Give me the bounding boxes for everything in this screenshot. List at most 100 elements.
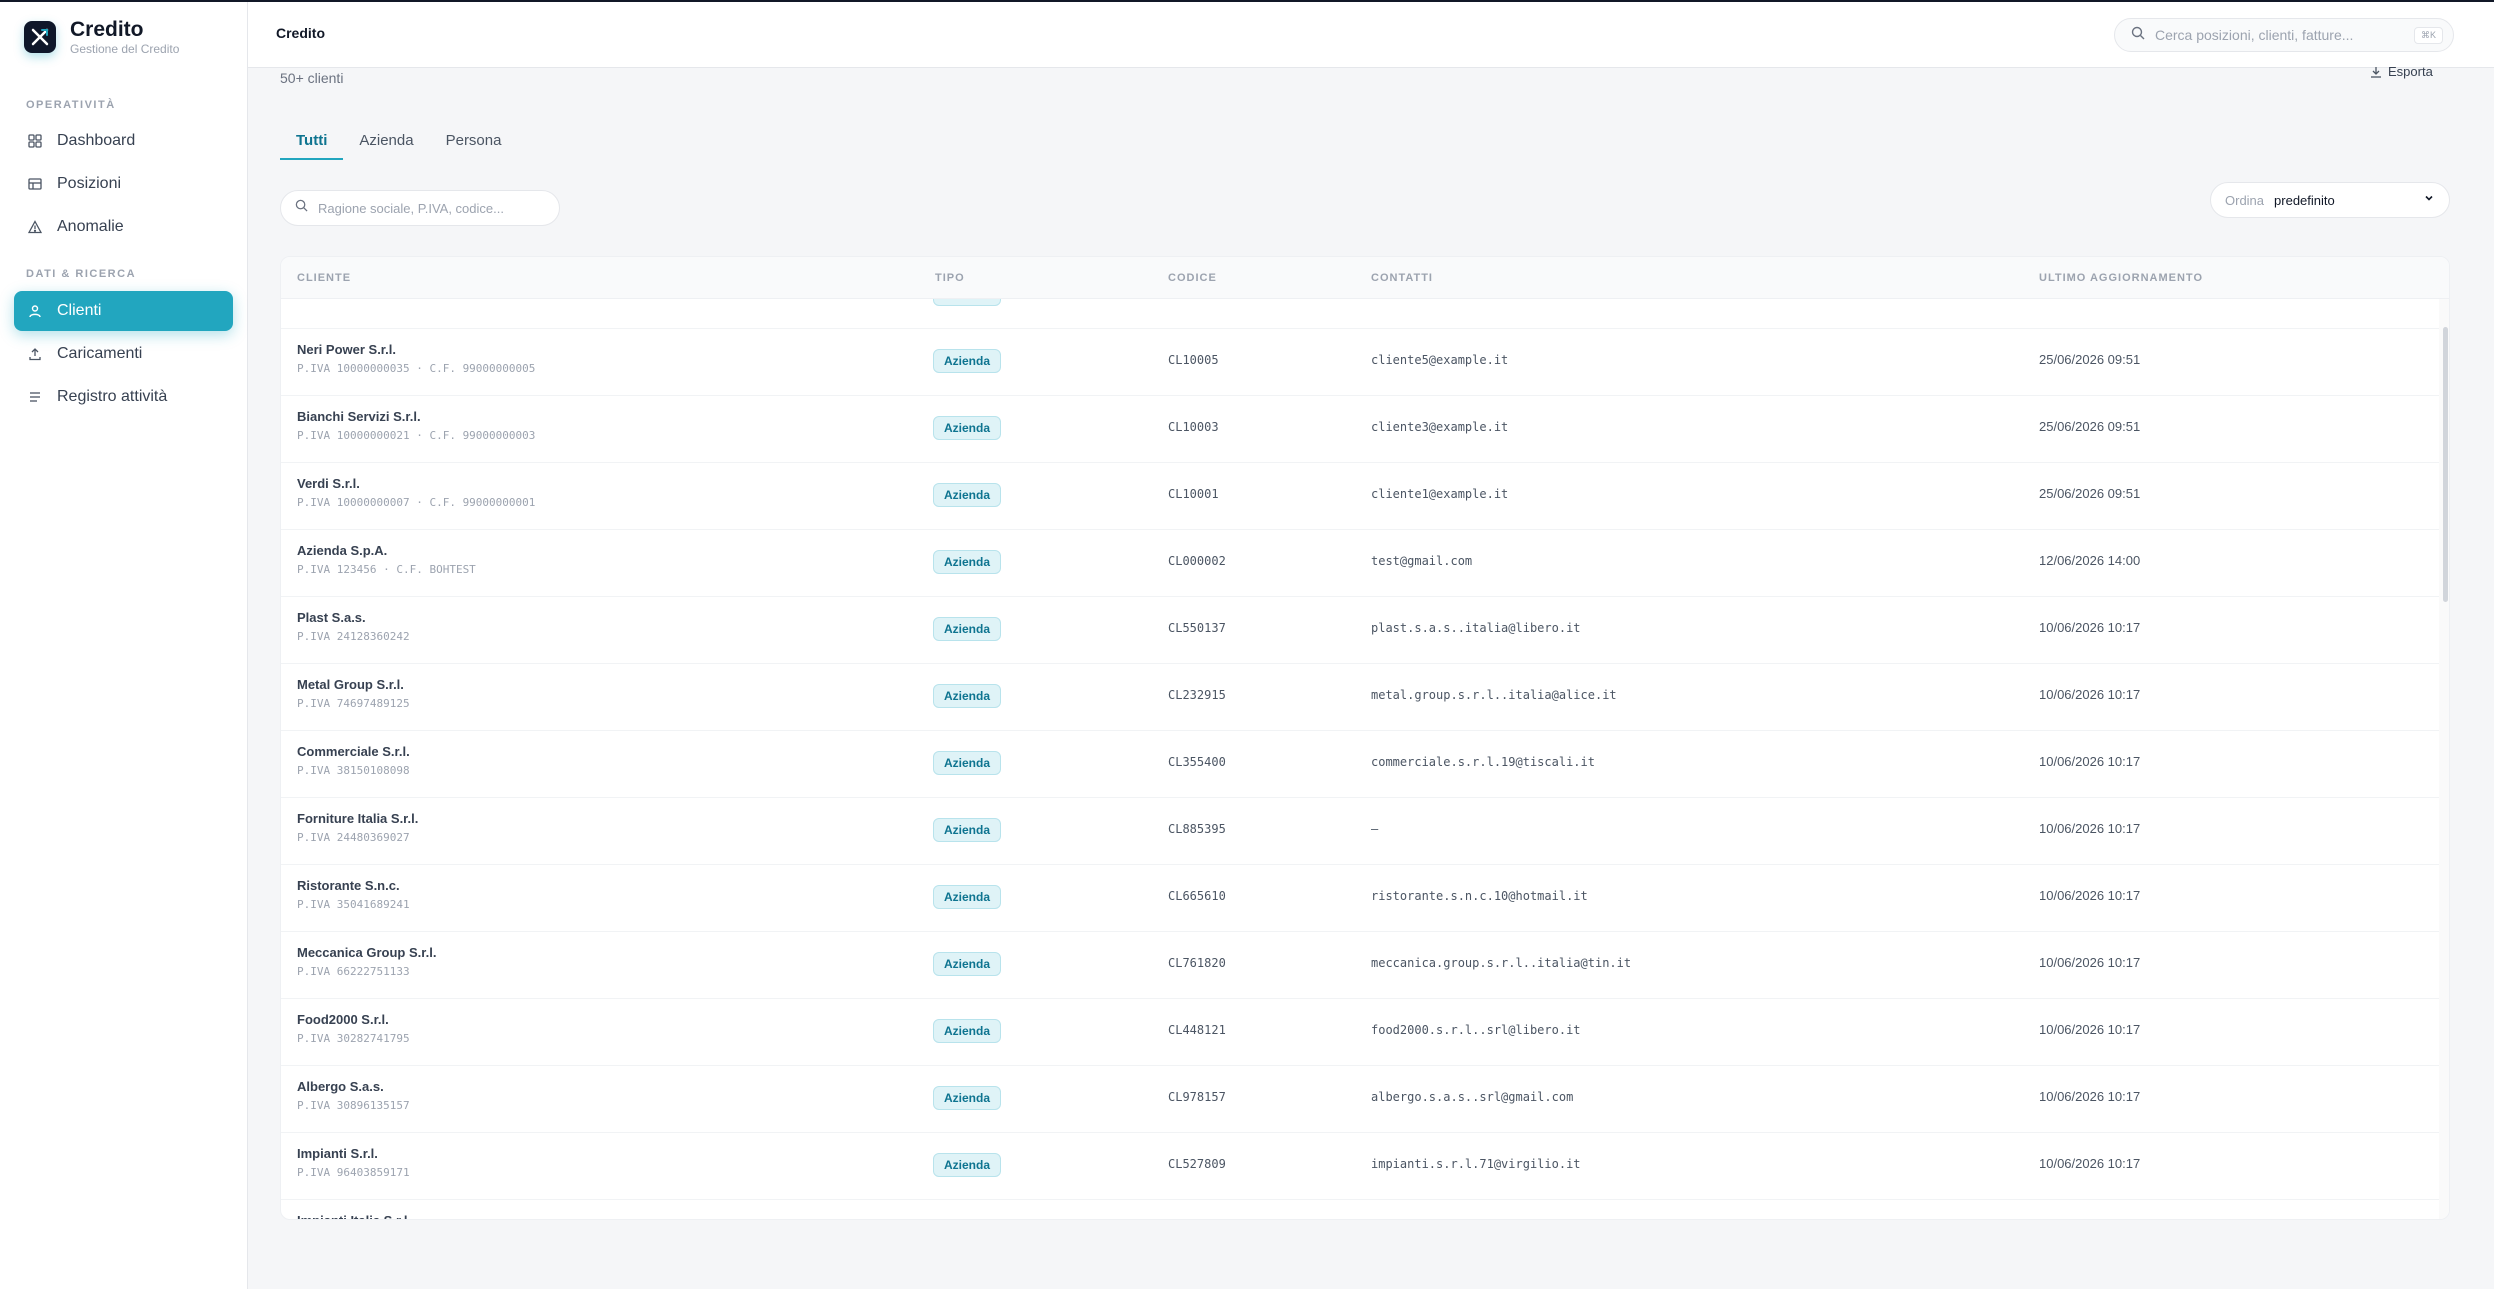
client-tax-ids: P.IVA 74697489125 <box>297 697 410 710</box>
type-cell: Azienda <box>933 483 1002 507</box>
upload-icon <box>27 346 43 362</box>
client-cell: Metal Group S.r.l. P.IVA 74697489125 <box>297 676 410 710</box>
client-name[interactable]: Food2000 S.r.l. <box>297 1011 410 1029</box>
client-name[interactable]: Impianti Italia S.r.l. <box>297 1212 411 1219</box>
last-updated: 10/06/2026 10:17 <box>2039 821 2141 836</box>
client-name[interactable]: Meccanica Group S.r.l. <box>297 944 436 962</box>
client-name[interactable]: Albergo S.a.s. <box>297 1078 410 1096</box>
sidebar-item-anomalie[interactable]: Anomalie <box>14 207 233 247</box>
client-name[interactable]: Plast S.a.s. <box>297 609 410 627</box>
type-cell: Azienda <box>933 1086 1002 1110</box>
last-updated: 25/06/2026 09:51 <box>2039 419 2141 434</box>
type-cell: Azienda <box>933 1153 1002 1177</box>
column-header-codice[interactable]: CODICE <box>1168 272 1217 284</box>
client-tax-ids: P.IVA 10000000035 · C.F. 99000000005 <box>297 362 536 375</box>
table-row[interactable]: Bianchi Servizi S.r.l. P.IVA 10000000021 … <box>281 396 2439 463</box>
client-code: CL10005 <box>1168 353 1219 367</box>
client-contact: cliente3@example.it <box>1371 420 1509 434</box>
last-updated: 10/06/2026 10:17 <box>2039 955 2141 970</box>
type-badge: Azienda <box>933 684 1002 708</box>
client-tax-ids: P.IVA 24128360242 <box>297 630 410 643</box>
table-body-viewport[interactable]: P.IVA 12000002613 · C.F. 97000000201Azie… <box>281 299 2439 1219</box>
client-cell: Impianti S.r.l. P.IVA 96403859171 <box>297 1145 410 1179</box>
tab-azienda[interactable]: Azienda <box>343 120 429 160</box>
table-row[interactable]: Commerciale S.r.l. P.IVA 38150108098 Azien… <box>281 731 2439 798</box>
type-badge: Azienda <box>933 483 1002 507</box>
client-name[interactable]: Azienda S.p.A. <box>297 542 476 560</box>
scrollbar-thumb[interactable] <box>2443 327 2448 602</box>
sidebar-item-dashboard[interactable]: Dashboard <box>14 121 233 161</box>
client-code: CL885395 <box>1168 822 1226 836</box>
type-cell: Azienda <box>933 952 1002 976</box>
table-row[interactable]: Food2000 S.r.l. P.IVA 30282741795 Azienda C… <box>281 999 2439 1066</box>
client-name[interactable]: Verdi S.r.l. <box>297 475 535 493</box>
tab-tutti[interactable]: Tutti <box>280 120 344 160</box>
client-cell: Verdi S.r.l. P.IVA 10000000007 · C.F. 990… <box>297 475 535 509</box>
client-filter-search[interactable] <box>280 190 560 226</box>
last-updated: 10/06/2026 10:17 <box>2039 888 2141 903</box>
brand[interactable]: Credito Gestione del Credito <box>24 18 179 56</box>
table-row[interactable]: Verdi S.r.l. P.IVA 10000000007 · C.F. 990… <box>281 463 2439 530</box>
table-row[interactable]: Metal Group S.r.l. P.IVA 74697489125 Azien… <box>281 664 2439 731</box>
client-code: CL761820 <box>1168 956 1226 970</box>
table-row[interactable]: Neri Power S.r.l. P.IVA 10000000035 · C.F… <box>281 329 2439 396</box>
client-code: CL448121 <box>1168 1023 1226 1037</box>
nav-section-operativita: OPERATIVITÀ <box>26 99 116 111</box>
client-name[interactable]: Neri Power S.r.l. <box>297 341 535 359</box>
tab-persona[interactable]: Persona <box>430 120 518 160</box>
type-cell: Azienda <box>933 684 1002 708</box>
column-header-contatti[interactable]: CONTATTI <box>1371 272 1433 284</box>
global-search[interactable]: ⌘K <box>2114 18 2454 52</box>
type-badge: Azienda <box>933 349 1002 373</box>
column-header-ultimo-aggiornamento[interactable]: ULTIMO AGGIORNAMENTO <box>2039 272 2203 284</box>
sidebar-item-label: Dashboard <box>57 132 136 149</box>
sidebar-item-caricamenti[interactable]: Caricamenti <box>14 334 233 374</box>
client-tax-ids: P.IVA 35041689241 <box>297 898 410 911</box>
global-search-input[interactable] <box>2155 27 2414 43</box>
client-cell: Meccanica Group S.r.l. P.IVA 66222751133 <box>297 944 436 978</box>
last-updated: 10/06/2026 10:17 <box>2039 620 2141 635</box>
client-tax-ids: P.IVA 10000000021 · C.F. 99000000003 <box>297 429 536 442</box>
table-row[interactable]: Meccanica Group S.r.l. P.IVA 66222751133 A… <box>281 932 2439 999</box>
client-name[interactable]: Forniture Italia S.r.l. <box>297 810 418 828</box>
client-code: CL550137 <box>1168 621 1226 635</box>
table-row[interactable]: P.IVA 12000002613 · C.F. 97000000201Azie… <box>281 299 2439 329</box>
client-name[interactable]: Impianti S.r.l. <box>297 1145 410 1163</box>
client-name[interactable]: Ristorante S.n.c. <box>297 877 410 895</box>
sidebar-item-posizioni[interactable]: Posizioni <box>14 164 233 204</box>
table-row[interactable]: Impianti S.r.l. P.IVA 96403859171 Azienda C… <box>281 1133 2439 1200</box>
table-row[interactable]: Impianti Italia S.r.l.Azienda <box>281 1200 2439 1219</box>
table-row[interactable]: Ristorante S.n.c. P.IVA 35041689241 Aziend… <box>281 865 2439 932</box>
sidebar-item-label: Registro attività <box>57 388 168 405</box>
sort-select[interactable]: Ordina predefinito <box>2210 182 2450 218</box>
type-cell: Azienda <box>933 751 1002 775</box>
download-icon <box>2370 66 2382 78</box>
table-row[interactable]: Plast S.a.s. P.IVA 24128360242 Azienda CL55… <box>281 597 2439 664</box>
client-name[interactable]: Bianchi Servizi S.r.l. <box>297 408 535 426</box>
sidebar-item-clienti[interactable]: Clienti <box>14 291 233 331</box>
client-tax-ids: P.IVA 30282741795 <box>297 1032 410 1045</box>
type-badge: Azienda <box>933 885 1002 909</box>
export-button[interactable]: Esporta <box>2370 64 2433 79</box>
column-header-cliente[interactable]: CLIENTE <box>297 272 351 284</box>
column-header-tipo[interactable]: TIPO <box>935 272 965 284</box>
client-cell: Impianti Italia S.r.l. <box>297 1212 411 1219</box>
last-updated: 10/06/2026 10:17 <box>2039 687 2141 702</box>
client-tax-ids: P.IVA 66222751133 <box>297 965 410 978</box>
chevron-down-icon <box>2423 191 2435 209</box>
type-badge: Azienda <box>933 299 1002 306</box>
client-filter-input[interactable] <box>318 200 545 216</box>
user-icon <box>27 303 43 319</box>
table-row[interactable]: Forniture Italia S.r.l. P.IVA 24480369027… <box>281 798 2439 865</box>
table-row[interactable]: Albergo S.a.s. P.IVA 30896135157 Azienda CL… <box>281 1066 2439 1133</box>
sidebar-item-registro-attivita[interactable]: Registro attività <box>14 377 233 417</box>
client-code: CL665610 <box>1168 889 1226 903</box>
client-contact: food2000.s.r.l..srl@libero.it <box>1371 1023 1581 1037</box>
client-name[interactable]: Commerciale S.r.l. <box>297 743 410 761</box>
type-badge: Azienda <box>933 550 1002 574</box>
sort-value: predefinito <box>2274 192 2335 208</box>
table-row[interactable]: Azienda S.p.A. P.IVA 123456 · C.F. BOHTES… <box>281 530 2439 597</box>
client-contact: ristorante.s.n.c.10@hotmail.it <box>1371 889 1588 903</box>
client-name[interactable]: Metal Group S.r.l. <box>297 676 410 694</box>
app-title: Credito <box>70 18 144 41</box>
